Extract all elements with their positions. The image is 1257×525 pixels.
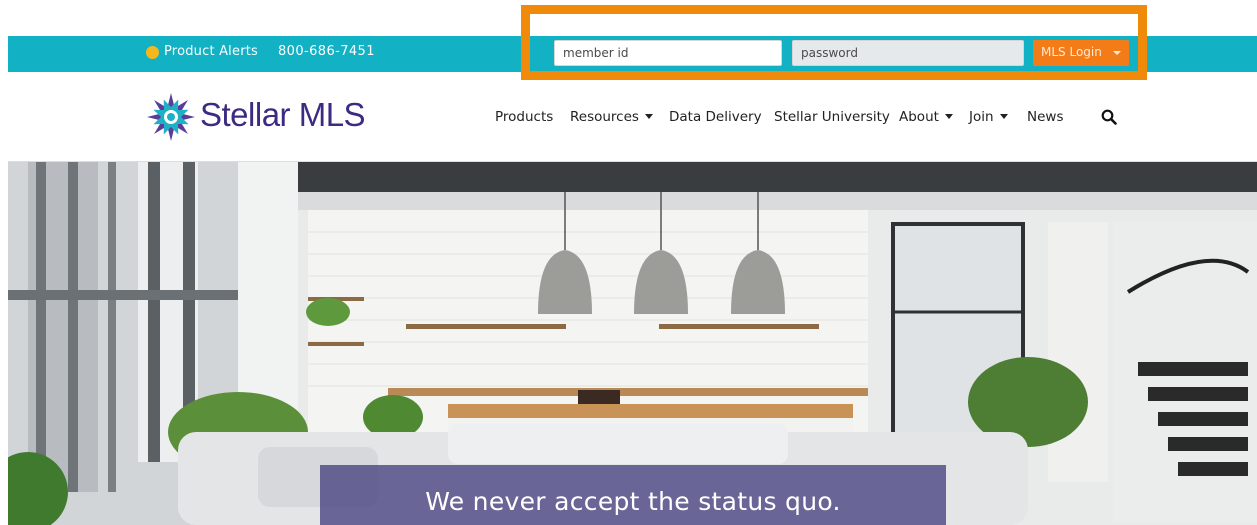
nav-join[interactable]: Join (969, 109, 1008, 125)
logo-text: Stellar MLS (200, 96, 366, 133)
nav-news[interactable]: News (1027, 109, 1063, 125)
nav-news-label: News (1027, 109, 1064, 125)
nav-about[interactable]: About (899, 109, 953, 125)
nav-products-label: Products (495, 109, 554, 125)
phone-link[interactable]: 800-686-7451 (278, 44, 375, 59)
nav-about-label: About (899, 109, 939, 125)
nav-resources[interactable]: Resources (570, 109, 653, 125)
chevron-down-icon (944, 114, 953, 119)
search-icon[interactable] (1101, 109, 1117, 125)
stellar-mls-logo[interactable]: Stellar MLS (146, 92, 376, 142)
tagline-text: We never accept the status quo. (425, 487, 841, 516)
chevron-down-icon (999, 114, 1008, 119)
nav-products[interactable]: Products (495, 109, 553, 125)
nav-data-delivery-label: Data Delivery (669, 109, 762, 125)
nav-stellar-university-label: Stellar University (774, 109, 890, 125)
star-logo-icon (147, 93, 195, 141)
hero-image: We never accept the status quo. (8, 162, 1257, 525)
alert-dot-icon (146, 46, 159, 59)
header: Stellar MLS Products Resources Data Deli… (8, 72, 1257, 162)
nav-data-delivery[interactable]: Data Delivery (669, 109, 762, 125)
tagline-banner: We never accept the status quo. (320, 465, 946, 525)
chevron-down-icon (644, 114, 653, 119)
page: Product Alerts 800-686-7451 MLS Login (8, 36, 1257, 525)
nav-stellar-university[interactable]: Stellar University (774, 109, 890, 125)
nav-join-label: Join (969, 109, 994, 125)
nav-resources-label: Resources (570, 109, 639, 125)
product-alerts-link[interactable]: Product Alerts (164, 44, 258, 59)
login-highlight-box (521, 5, 1147, 80)
